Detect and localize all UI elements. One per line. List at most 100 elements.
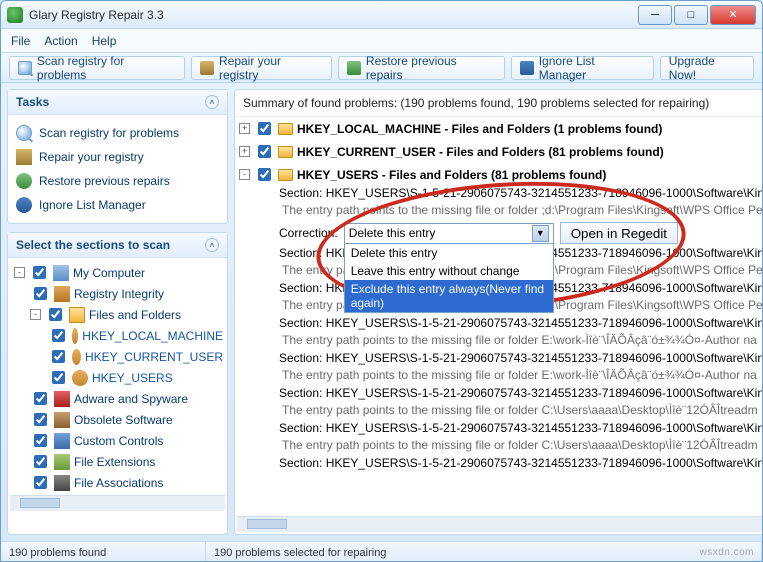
group-hku[interactable]: - HKEY_USERS - Files and Folders (81 pro…	[235, 163, 763, 186]
result-entry: Section: HKEY_USERS\S-1-5-21-2906075743-…	[235, 186, 763, 244]
chevron-down-icon[interactable]: ▼	[532, 225, 549, 242]
main-area: Summary of found problems: (190 problems…	[234, 83, 763, 541]
tree-assoc[interactable]: File Associations	[12, 472, 223, 493]
restore-icon	[16, 173, 32, 189]
results-list: + HKEY_LOCAL_MACHINE - Files and Folders…	[235, 117, 763, 514]
checkbox[interactable]	[34, 434, 47, 447]
registry-icon	[54, 286, 70, 302]
link-icon	[54, 475, 70, 491]
close-button[interactable]: ✕	[710, 5, 756, 25]
folder-icon	[69, 307, 85, 323]
tree-adware[interactable]: Adware and Spyware	[12, 388, 223, 409]
combo-option-leave[interactable]: Leave this entry without change	[345, 262, 553, 280]
status-selected: 190 problems selected for repairing	[206, 542, 762, 562]
tree-registry-integrity[interactable]: Registry Integrity	[12, 283, 223, 304]
tree-files-folders[interactable]: -Files and Folders	[12, 304, 223, 325]
checkbox[interactable]	[52, 371, 65, 384]
search-icon	[16, 125, 32, 141]
checkbox[interactable]	[34, 455, 47, 468]
checkbox[interactable]	[34, 392, 47, 405]
result-entry: Section: HKEY_USERS\S-1-5-21-2906075743-…	[235, 421, 763, 454]
menu-help[interactable]: Help	[92, 34, 117, 48]
sections-panel: Select the sections to scan ˄ -My Comput…	[7, 232, 228, 535]
toolbar-scan[interactable]: Scan registry for problems	[9, 56, 185, 80]
app-icon	[7, 7, 23, 23]
repair-icon	[200, 61, 214, 75]
tasks-panel: Tasks ˄ Scan registry for problems Repai…	[7, 89, 228, 224]
checkbox[interactable]	[258, 122, 271, 135]
ignore-icon	[16, 197, 32, 213]
search-icon	[18, 61, 32, 75]
user-icon	[72, 349, 81, 365]
menubar: File Action Help	[1, 29, 762, 53]
toolbar-repair[interactable]: Repair your registry	[191, 56, 332, 80]
maximize-button[interactable]: □	[674, 5, 708, 25]
tree-hklm[interactable]: HKEY_LOCAL_MACHINE	[12, 325, 223, 346]
tasks-heading: Tasks ˄	[8, 90, 227, 115]
sections-heading: Select the sections to scan ˄	[8, 233, 227, 258]
combo-option-delete[interactable]: Delete this entry	[345, 244, 553, 262]
tree-my-computer[interactable]: -My Computer	[12, 262, 223, 283]
result-entry: Section: HKEY_USERS\S-1-5-21-2906075743-…	[235, 386, 763, 419]
expand-icon[interactable]: -	[14, 267, 25, 278]
checkbox[interactable]	[258, 168, 271, 181]
ignore-icon	[520, 61, 534, 75]
minimize-button[interactable]: ─	[638, 5, 672, 25]
horizontal-scrollbar[interactable]	[237, 516, 763, 532]
collapse-icon[interactable]: ˄	[205, 95, 219, 109]
checkbox[interactable]	[49, 308, 62, 321]
user-icon	[72, 328, 78, 344]
group-hklm[interactable]: + HKEY_LOCAL_MACHINE - Files and Folders…	[235, 117, 763, 140]
correction-label: Correction:	[279, 226, 338, 240]
menu-action[interactable]: Action	[44, 34, 77, 48]
computer-icon	[53, 265, 69, 281]
task-scan[interactable]: Scan registry for problems	[14, 121, 221, 145]
repair-icon	[16, 149, 32, 165]
sidebar: Tasks ˄ Scan registry for problems Repai…	[1, 83, 234, 541]
checkbox[interactable]	[52, 329, 65, 342]
window-title: Glary Registry Repair 3.3	[29, 8, 164, 22]
summary-text: Summary of found problems: (190 problems…	[235, 90, 763, 117]
folder-icon	[278, 123, 293, 135]
tree-custom[interactable]: Custom Controls	[12, 430, 223, 451]
checkbox[interactable]	[34, 476, 47, 489]
restore-icon	[347, 61, 361, 75]
toolbar-restore[interactable]: Restore previous repairs	[338, 56, 505, 80]
shield-icon	[54, 391, 70, 407]
box-icon	[54, 412, 70, 428]
tree-hkcu[interactable]: HKEY_CURRENT_USER	[12, 346, 223, 367]
tree-hku[interactable]: HKEY_USERS	[12, 367, 223, 388]
menu-file[interactable]: File	[11, 34, 30, 48]
titlebar: Glary Registry Repair 3.3 ─ □ ✕	[1, 1, 762, 29]
group-hkcu[interactable]: + HKEY_CURRENT_USER - Files and Folders …	[235, 140, 763, 163]
expand-icon[interactable]: -	[30, 309, 41, 320]
horizontal-scrollbar[interactable]	[10, 495, 225, 511]
toolbar-upgrade[interactable]: Upgrade Now!	[660, 56, 754, 80]
result-entry: Section: HKEY_USERS\S-1-5-21-2906075743-…	[235, 316, 763, 349]
toolbar-ignore[interactable]: Ignore List Manager	[511, 56, 654, 80]
task-repair[interactable]: Repair your registry	[14, 145, 221, 169]
statusbar: 190 problems found 190 problems selected…	[1, 541, 762, 562]
collapse-icon[interactable]: ˄	[205, 238, 219, 252]
tree-ext[interactable]: File Extensions	[12, 451, 223, 472]
app-window: Glary Registry Repair 3.3 ─ □ ✕ File Act…	[0, 0, 763, 562]
task-ignore[interactable]: Ignore List Manager	[14, 193, 221, 217]
file-icon	[54, 454, 70, 470]
checkbox[interactable]	[33, 266, 46, 279]
open-in-regedit-button[interactable]: Open in Regedit	[560, 222, 678, 244]
checkbox[interactable]	[34, 287, 47, 300]
tree-obsolete[interactable]: Obsolete Software	[12, 409, 223, 430]
result-entry: Section: HKEY_USERS\S-1-5-21-2906075743-…	[235, 456, 763, 489]
correction-combo[interactable]: Delete this entry ▼ Delete this entry Le…	[344, 223, 554, 244]
result-entry: Section: HKEY_USERS\S-1-5-21-2906075743-…	[235, 351, 763, 384]
checkbox[interactable]	[34, 413, 47, 426]
checkbox[interactable]	[52, 350, 65, 363]
watermark: wsxdn.com	[699, 547, 754, 558]
combo-option-exclude[interactable]: Exclude this entry always(Never find aga…	[345, 280, 553, 312]
checkbox[interactable]	[258, 145, 271, 158]
expand-icon[interactable]: -	[239, 169, 250, 180]
expand-icon[interactable]: +	[239, 146, 250, 157]
expand-icon[interactable]: +	[239, 123, 250, 134]
folder-icon	[278, 169, 293, 181]
task-restore[interactable]: Restore previous repairs	[14, 169, 221, 193]
